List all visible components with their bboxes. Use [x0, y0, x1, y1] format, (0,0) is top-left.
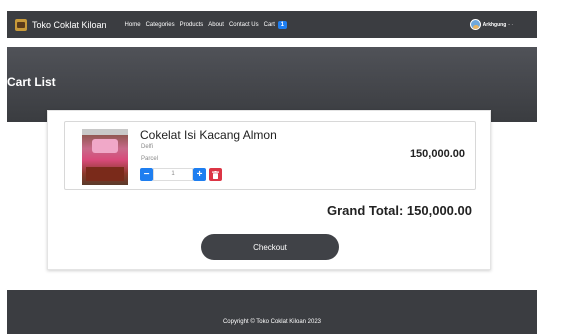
product-image: [82, 129, 128, 185]
footer: Copyright © Toko Coklat Kiloan 2023: [7, 290, 537, 334]
trash-icon: [212, 170, 219, 179]
product-name: Cokelat Isi Kacang Almon: [140, 128, 277, 142]
item-price: 150,000.00: [409, 148, 465, 160]
nav-links: Home Categories Products About Contact U…: [125, 20, 292, 29]
cart-item: Cokelat Isi Kacang Almon Delfi Parcel − …: [64, 121, 476, 190]
nav-link-contact[interactable]: Contact Us: [229, 22, 259, 28]
nav-link-cart[interactable]: Cart 1: [263, 20, 287, 29]
navbar: Toko Coklat Kiloan Home Categories Produ…: [7, 11, 537, 38]
product-image-shelf: [82, 129, 128, 135]
brand[interactable]: Toko Coklat Kiloan: [15, 18, 107, 31]
product-image-ribbon: [92, 139, 118, 153]
minus-icon: −: [143, 169, 150, 180]
brand-logo-icon: [15, 18, 27, 31]
avatar-icon: [469, 19, 481, 30]
remove-item-button[interactable]: [209, 168, 222, 181]
cart-card: Cokelat Isi Kacang Almon Delfi Parcel − …: [47, 110, 491, 270]
nav-link-about[interactable]: About: [208, 22, 224, 28]
nav-link-products[interactable]: Products: [180, 22, 204, 28]
quantity-input[interactable]: 1: [153, 168, 193, 181]
product-brand: Delfi: [141, 144, 154, 150]
page-title: Cart List: [7, 75, 56, 89]
user-name: Arkhgung: [482, 21, 507, 28]
quantity-stepper: − 1 +: [140, 168, 222, 181]
plus-icon: +: [196, 169, 203, 180]
brand-name: Toko Coklat Kiloan: [32, 19, 107, 30]
user-menu-caret: - ·: [508, 21, 513, 28]
product-image-basket: [86, 167, 124, 181]
nav-link-home[interactable]: Home: [125, 22, 141, 28]
nav-link-cart-label: Cart: [263, 21, 275, 28]
grand-total: Grand Total: 150,000.00: [327, 203, 472, 218]
product-category: Parcel: [141, 156, 159, 162]
user-menu[interactable]: Arkhgung - ·: [469, 19, 513, 30]
increase-quantity-button[interactable]: +: [193, 168, 206, 181]
decrease-quantity-button[interactable]: −: [140, 168, 153, 181]
cart-count-badge: 1: [277, 20, 287, 29]
nav-link-categories[interactable]: Categories: [146, 22, 175, 28]
footer-copyright: Copyright © Toko Coklat Kiloan 2023: [222, 319, 322, 325]
checkout-button[interactable]: Checkout: [201, 234, 339, 260]
